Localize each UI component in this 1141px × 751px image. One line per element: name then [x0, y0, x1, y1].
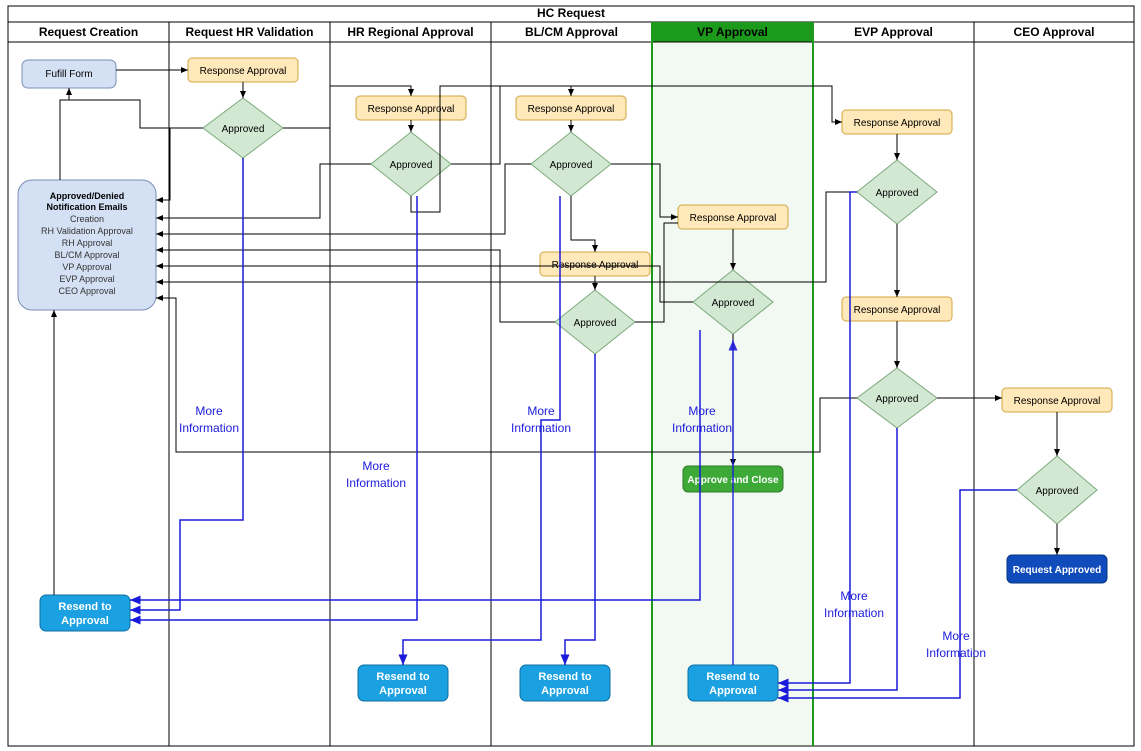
approved-blcm-2: Approved: [555, 290, 635, 354]
lane-header-3: BL/CM Approval: [525, 25, 618, 39]
edge-info-4: [130, 330, 700, 600]
approved-blcm-1: Approved: [531, 132, 611, 196]
svg-text:Response Approval: Response Approval: [368, 104, 455, 115]
approved-ceo: Approved: [1017, 456, 1097, 524]
more-info-5a: More: [840, 589, 868, 603]
more-info-6b: Information: [926, 646, 986, 660]
svg-text:Approved: Approved: [1036, 486, 1079, 497]
edge: [571, 196, 595, 252]
svg-text:Approved: Approved: [712, 298, 755, 309]
edge: [60, 88, 69, 180]
svg-text:Approved: Approved: [550, 160, 593, 171]
lane-header-6: CEO Approval: [1014, 25, 1095, 39]
edge-info-3b: [565, 354, 595, 665]
swimlane-diagram: HC Request Request Creation Request HR Va…: [0, 0, 1141, 751]
lane-header-2: HR Regional Approval: [347, 25, 473, 39]
fulfill-form: Fufill Form: [22, 60, 116, 88]
notif-item-2: RH Approval: [62, 238, 113, 248]
ra-blcm-1: Response Approval: [516, 96, 626, 120]
more-info-3b: Information: [511, 421, 571, 435]
ra-blcm-2: Response Approval: [540, 252, 650, 276]
ra-hr-regional: Response Approval: [356, 96, 466, 120]
svg-text:Response Approval: Response Approval: [1014, 396, 1101, 407]
request-approved: Request Approved: [1007, 555, 1107, 583]
more-info-5b: Information: [824, 606, 884, 620]
more-info-1b: Information: [179, 421, 239, 435]
notif-item-3: BL/CM Approval: [54, 250, 119, 260]
more-info-2b: Information: [346, 476, 406, 490]
notif-item-0: Creation: [70, 214, 104, 224]
notif-item-4: VP Approval: [62, 262, 111, 272]
svg-text:Response Approval: Response Approval: [528, 104, 615, 115]
resend-lane2: Resend toApproval: [358, 665, 448, 701]
ra-ceo: Response Approval: [1002, 388, 1112, 412]
lane-header-4: VP Approval: [697, 25, 768, 39]
svg-text:Approved: Approved: [574, 318, 617, 329]
more-info-3a: More: [527, 404, 555, 418]
edge-notif-3b: [156, 250, 555, 322]
svg-text:Approved/Denied: Approved/Denied: [50, 191, 125, 201]
svg-text:Response Approval: Response Approval: [854, 305, 941, 316]
svg-text:Request Approved: Request Approved: [1013, 565, 1102, 576]
lane-header-1: Request HR Validation: [185, 25, 313, 39]
svg-text:Response Approval: Response Approval: [690, 213, 777, 224]
edge-info-2: [130, 196, 417, 620]
notif-item-6: CEO Approval: [58, 286, 115, 296]
svg-text:Approved: Approved: [222, 124, 265, 135]
svg-text:Response Approval: Response Approval: [854, 118, 941, 129]
edge-notif-3: [156, 164, 531, 234]
edge-notif-1: [156, 128, 203, 200]
resend-lane4: Resend toApproval: [688, 665, 778, 701]
approved-hr-validation: Approved: [203, 98, 283, 158]
ra-evp-1: Response Approval: [842, 110, 952, 134]
svg-text:Fufill Form: Fufill Form: [45, 69, 92, 80]
edge-notif-2: [156, 164, 371, 218]
approved-evp-1: Approved: [857, 160, 937, 224]
resend-lane3: Resend toApproval: [520, 665, 610, 701]
ra-hr-validation: Response Approval: [188, 58, 298, 82]
more-info-4b: Information: [672, 421, 732, 435]
svg-text:Notification Emails: Notification Emails: [46, 202, 127, 212]
notification-box: Approved/Denied Notification Emails Crea…: [18, 180, 156, 310]
edge: [69, 88, 203, 128]
lane-header-0: Request Creation: [39, 25, 138, 39]
more-info-6a: More: [942, 629, 970, 643]
notif-item-5: EVP Approval: [59, 274, 114, 284]
more-info-2a: More: [362, 459, 390, 473]
svg-text:Approved: Approved: [876, 188, 919, 199]
more-info-1a: More: [195, 404, 223, 418]
notif-item-1: RH Validation Approval: [41, 226, 133, 236]
svg-text:Approved: Approved: [390, 160, 433, 171]
approved-evp-2: Approved: [857, 368, 937, 428]
more-info-4a: More: [688, 404, 716, 418]
svg-text:Approved: Approved: [876, 394, 919, 405]
pool-title: HC Request: [537, 6, 605, 20]
ra-vp: Response Approval: [678, 205, 788, 229]
ra-evp-2: Response Approval: [842, 297, 952, 321]
svg-text:Response Approval: Response Approval: [200, 66, 287, 77]
lane-header-5: EVP Approval: [854, 25, 933, 39]
resend-lane0: Resend toApproval: [40, 595, 130, 631]
approved-hr-regional: Approved: [371, 132, 451, 196]
